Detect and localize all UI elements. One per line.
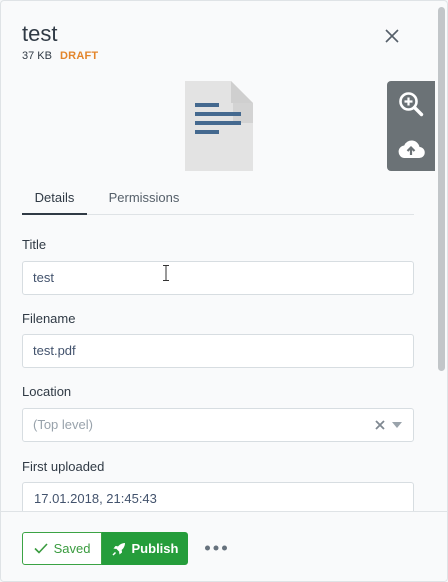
status-badge: DRAFT xyxy=(60,50,99,62)
title-label: Title xyxy=(22,237,47,252)
filename-input[interactable]: test.pdf xyxy=(22,334,414,368)
close-button[interactable] xyxy=(381,25,403,47)
saved-label: Saved xyxy=(53,541,91,556)
file-meta: 37 KB DRAFT xyxy=(22,50,98,62)
tab-permissions[interactable]: Permissions xyxy=(106,185,182,215)
action-footer: Saved Publish xyxy=(1,511,447,581)
publish-label: Publish xyxy=(131,541,179,556)
publish-button[interactable]: Publish xyxy=(102,532,188,565)
file-thumbnail xyxy=(185,81,253,171)
replace-file-button[interactable] xyxy=(387,126,435,171)
check-icon xyxy=(33,543,48,554)
file-size: 37 KB xyxy=(22,50,52,62)
location-select[interactable]: (Top level) xyxy=(22,408,414,442)
filename-label: Filename xyxy=(22,311,76,326)
zoom-in-icon xyxy=(399,91,424,116)
rocket-icon xyxy=(111,542,126,556)
preview-toolbar xyxy=(387,81,435,171)
detail-tabs: Details Permissions xyxy=(22,185,414,215)
first-uploaded-label: First uploaded xyxy=(22,459,105,474)
close-icon xyxy=(385,29,399,43)
cloud-upload-icon xyxy=(398,139,425,158)
zoom-button[interactable] xyxy=(387,81,435,126)
chevron-down-icon[interactable] xyxy=(392,421,402,429)
saved-button[interactable]: Saved xyxy=(22,532,102,565)
clear-icon[interactable] xyxy=(374,419,386,431)
tab-details[interactable]: Details xyxy=(22,185,87,215)
file-title: test xyxy=(22,21,58,46)
title-input[interactable]: test xyxy=(22,261,414,295)
file-details-panel: test 37 KB DRAFT Details Permissions Tit… xyxy=(0,0,448,582)
scrollbar[interactable] xyxy=(438,7,445,371)
text-cursor-icon xyxy=(163,265,169,281)
more-actions-icon[interactable] xyxy=(204,542,228,554)
location-label: Location xyxy=(22,384,72,399)
